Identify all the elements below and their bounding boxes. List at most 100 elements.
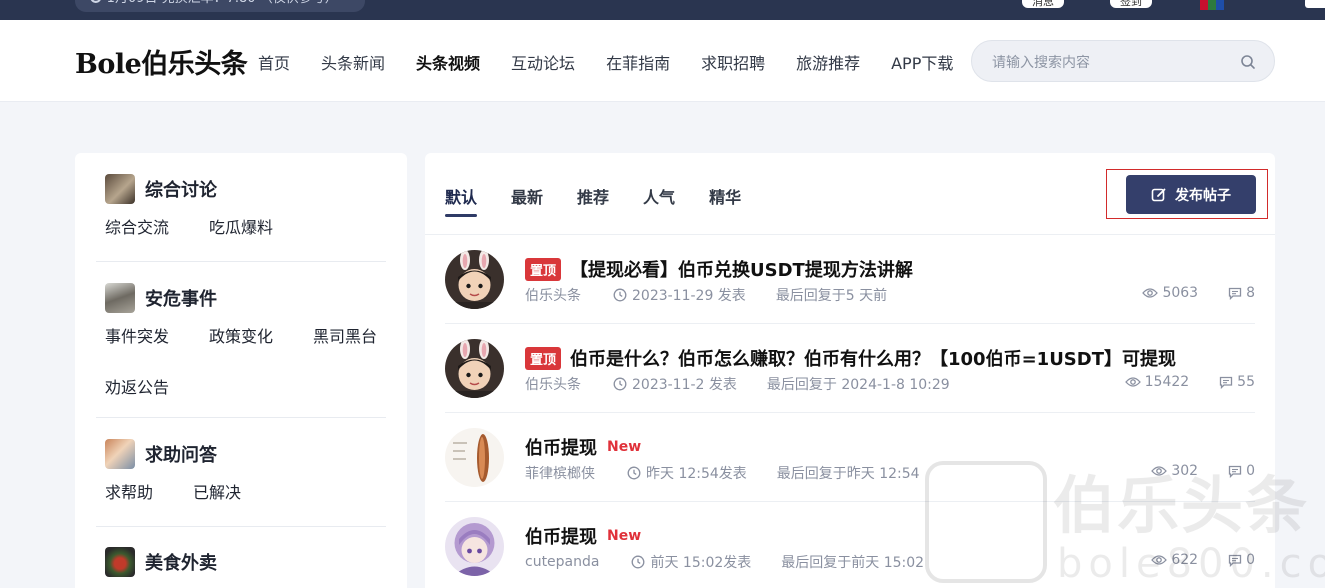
category-title[interactable]: 综合讨论	[145, 176, 217, 202]
clock-icon	[627, 466, 641, 480]
nav-item-jobs[interactable]: 求职招聘	[701, 50, 765, 74]
clock-icon	[613, 377, 627, 391]
avatar[interactable]	[445, 517, 504, 576]
new-post-button[interactable]: 发布帖子	[1126, 175, 1256, 214]
nav-item-news[interactable]: 头条新闻	[321, 50, 385, 74]
eye-icon	[1124, 377, 1141, 387]
sort-tabs: 默认 最新 推荐 人气 精华	[445, 184, 775, 217]
subcategory-link[interactable]: 劝返公告	[105, 374, 169, 398]
view-count: 5063	[1162, 285, 1199, 301]
subcategory-link[interactable]: 事件突发	[105, 323, 169, 347]
divider	[96, 417, 386, 418]
post-title[interactable]: 【提现必看】伯币兑换USDT提现方法讲解	[570, 256, 913, 282]
post-author[interactable]: cutepanda	[525, 554, 599, 570]
post-author[interactable]: 菲律槟榔侠	[525, 463, 595, 483]
post-item[interactable]: 伯币提现 New 菲律槟榔侠 昨天 12:54发表 最后回复于昨天 12:54 …	[445, 413, 1255, 502]
site-header: Bole伯乐头条 首页 头条新闻 头条视频 互动论坛 在菲指南 求职招聘 旅游推…	[0, 20, 1325, 102]
subcategory-link[interactable]: 吃瓜爆料	[209, 214, 273, 238]
post-button-highlight: 发布帖子	[1106, 169, 1268, 219]
tab-featured[interactable]: 精华	[709, 184, 741, 208]
nav-item-forum[interactable]: 互动论坛	[511, 50, 575, 74]
last-reply: 最后回复于 2024-1-8 10:29	[766, 377, 950, 393]
post-time: 2023-11-2 发表	[632, 377, 737, 393]
divider	[96, 261, 386, 262]
category-incidents: 安危事件 事件突发 政策变化 黑司黑台 劝返公告	[96, 282, 386, 418]
last-reply: 最后回复于昨天 12:54	[776, 466, 920, 482]
signin-button[interactable]: 签到	[1110, 0, 1152, 8]
post-title[interactable]: 伯币是什么？伯币怎么赚取？伯币有什么用？【100伯币=1USDT】可提现	[570, 345, 1176, 371]
category-title[interactable]: 美食外卖	[145, 549, 217, 575]
subcategory-link[interactable]: 黑司黑台	[313, 323, 377, 347]
view-count: 302	[1171, 463, 1199, 479]
post-title[interactable]: 伯币提现	[525, 434, 597, 460]
eye-icon	[1151, 466, 1168, 476]
category-food: 美食外卖	[96, 546, 386, 578]
post-title[interactable]: 伯币提现	[525, 523, 597, 549]
subcategory-link[interactable]: 综合交流	[105, 214, 169, 238]
site-logo[interactable]: Bole伯乐头条	[75, 42, 248, 81]
comment-icon	[1228, 465, 1242, 478]
avatar[interactable]	[445, 428, 504, 487]
clock-icon	[632, 555, 645, 569]
post-author[interactable]: 伯乐头条	[525, 374, 581, 394]
post-author[interactable]: 伯乐头条	[525, 285, 581, 305]
post-item[interactable]: 置顶 【提现必看】伯币兑换USDT提现方法讲解 伯乐头条 2023-11-29 …	[445, 235, 1255, 324]
eye-icon	[1142, 288, 1159, 298]
post-item[interactable]: 置顶 伯币是什么？伯币怎么赚取？伯币有什么用？【100伯币=1USDT】可提现 …	[445, 324, 1255, 413]
comment-icon	[1228, 554, 1242, 567]
avatar[interactable]	[445, 339, 504, 398]
subcategory-link[interactable]: 求帮助	[105, 479, 153, 503]
post-time: 前天 15:02发表	[650, 555, 752, 571]
view-count: 15422	[1144, 374, 1190, 390]
clock-icon	[613, 288, 627, 302]
tab-recommended[interactable]: 推荐	[577, 184, 609, 208]
pinned-badge: 置顶	[525, 257, 562, 281]
messages-button[interactable]: 消息	[1022, 0, 1064, 8]
post-time: 2023-11-29 发表	[632, 288, 746, 304]
subcategory-link[interactable]: 已解决	[193, 479, 241, 503]
new-post-label: 发布帖子	[1175, 186, 1231, 203]
divider	[96, 526, 386, 527]
category-thumbnail-icon	[105, 547, 135, 577]
nav-item-home[interactable]: 首页	[258, 50, 290, 74]
search-box	[971, 40, 1275, 82]
edit-icon	[1151, 188, 1166, 201]
search-icon[interactable]	[1240, 54, 1256, 70]
exchange-rate-pill: ☻ 1月09日 兑换汇率：7.80 （仅供参考）	[75, 0, 365, 12]
main-nav: 首页 头条新闻 头条视频 互动论坛 在菲指南 求职招聘 旅游推荐 APP下载	[258, 50, 984, 74]
category-thumbnail-icon	[105, 439, 135, 469]
tab-default[interactable]: 默认	[445, 184, 478, 217]
user-menu-icon[interactable]	[1305, 0, 1325, 8]
post-list-panel: 默认 最新 推荐 人气 精华 发布帖子 置顶 【提现必看】伯币兑换USDT提现方…	[425, 153, 1275, 588]
avatar[interactable]	[445, 250, 504, 309]
search-input[interactable]	[992, 52, 1232, 72]
nav-item-videos[interactable]: 头条视频	[416, 50, 480, 74]
nav-item-travel[interactable]: 旅游推荐	[796, 50, 860, 74]
subcategory-link[interactable]: 政策变化	[209, 323, 273, 347]
comment-count: 0	[1246, 552, 1255, 568]
tab-latest[interactable]: 最新	[511, 184, 543, 208]
view-count: 622	[1171, 552, 1199, 568]
nav-item-guide[interactable]: 在菲指南	[606, 50, 670, 74]
comment-icon	[1228, 287, 1242, 300]
pinned-badge: 置顶	[525, 346, 562, 370]
eye-icon	[1151, 555, 1168, 565]
comment-icon	[1220, 376, 1233, 389]
flag-icon[interactable]	[1200, 0, 1224, 10]
comment-count: 8	[1246, 285, 1255, 301]
post-time: 昨天 12:54发表	[646, 466, 747, 482]
category-help: 求助问答 求帮助 已解决	[96, 438, 386, 523]
category-thumbnail-icon	[105, 174, 135, 204]
new-badge: New	[607, 439, 642, 455]
new-badge: New	[607, 528, 642, 544]
post-item[interactable]: 伯币提现 New cutepanda 前天 15:02发表 最后回复于前天 15…	[445, 502, 1255, 588]
comment-count: 0	[1246, 463, 1255, 479]
top-bar: ☻ 1月09日 兑换汇率：7.80 （仅供参考） 消息 签到	[0, 0, 1325, 20]
comment-count: 55	[1237, 374, 1255, 390]
category-title[interactable]: 安危事件	[145, 285, 217, 311]
nav-item-app[interactable]: APP下载	[891, 50, 953, 74]
category-title[interactable]: 求助问答	[145, 441, 217, 467]
category-thumbnail-icon	[105, 283, 135, 313]
tab-popular[interactable]: 人气	[643, 184, 675, 208]
category-sidebar: 综合讨论 综合交流 吃瓜爆料 安危事件 事件突发 政策变化 黑司黑台 劝返公告 …	[75, 153, 407, 588]
